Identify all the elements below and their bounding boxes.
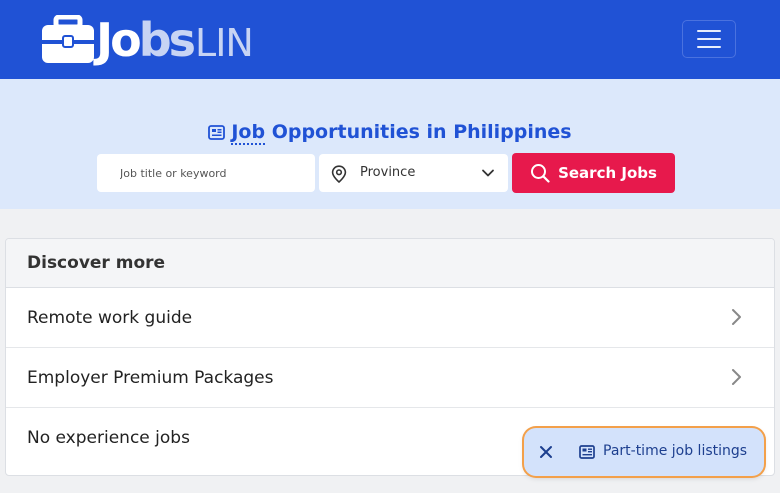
hamburger-line — [697, 46, 721, 48]
logo-jo: Jo — [96, 13, 142, 67]
search-icon — [531, 164, 550, 183]
list-item-employer-premium-packages[interactable]: Employer Premium Packages — [6, 348, 774, 408]
list-item-label: Employer Premium Packages — [27, 367, 274, 388]
close-icon[interactable] — [539, 445, 553, 459]
chevron-right-icon — [732, 369, 741, 385]
map-pin-icon — [331, 165, 347, 183]
search-hero: Job Opportunities in Philippines Provinc… — [0, 79, 780, 209]
logo-s: s — [168, 13, 196, 67]
page-title: Job Opportunities in Philippines — [0, 121, 780, 145]
title-text: Opportunities in Philippines — [265, 121, 572, 143]
logo-b: b — [138, 13, 172, 67]
part-time-jobs-toast[interactable]: Part-time job listings — [524, 428, 764, 476]
chevron-down-icon — [482, 169, 494, 177]
top-navbar: JobsLIN — [0, 0, 780, 79]
logo-wordmark: JobsLIN — [96, 13, 254, 67]
toast-label: Part-time job listings — [603, 443, 748, 459]
logo-lin: LIN — [195, 21, 254, 65]
discover-more-header: Discover more — [6, 239, 774, 288]
keyword-input[interactable] — [97, 154, 315, 192]
chevron-right-icon — [732, 309, 741, 325]
list-item-label: No experience jobs — [27, 428, 190, 448]
search-jobs-label: Search Jobs — [558, 164, 657, 182]
hamburger-line — [697, 38, 721, 40]
site-logo-link[interactable]: JobsLIN — [42, 14, 254, 66]
menu-toggle-button[interactable] — [682, 20, 736, 58]
search-jobs-button[interactable]: Search Jobs — [512, 153, 675, 193]
newspaper-icon — [579, 445, 595, 459]
title-abbr-job: Job — [231, 121, 266, 145]
province-select[interactable]: Province — [319, 154, 508, 192]
province-value: Province — [360, 165, 416, 180]
list-item-label: Remote work guide — [27, 307, 193, 328]
newspaper-icon — [208, 125, 226, 140]
briefcase-icon — [42, 15, 94, 63]
list-item-remote-work-guide[interactable]: Remote work guide — [6, 288, 774, 348]
hamburger-line — [697, 30, 721, 32]
